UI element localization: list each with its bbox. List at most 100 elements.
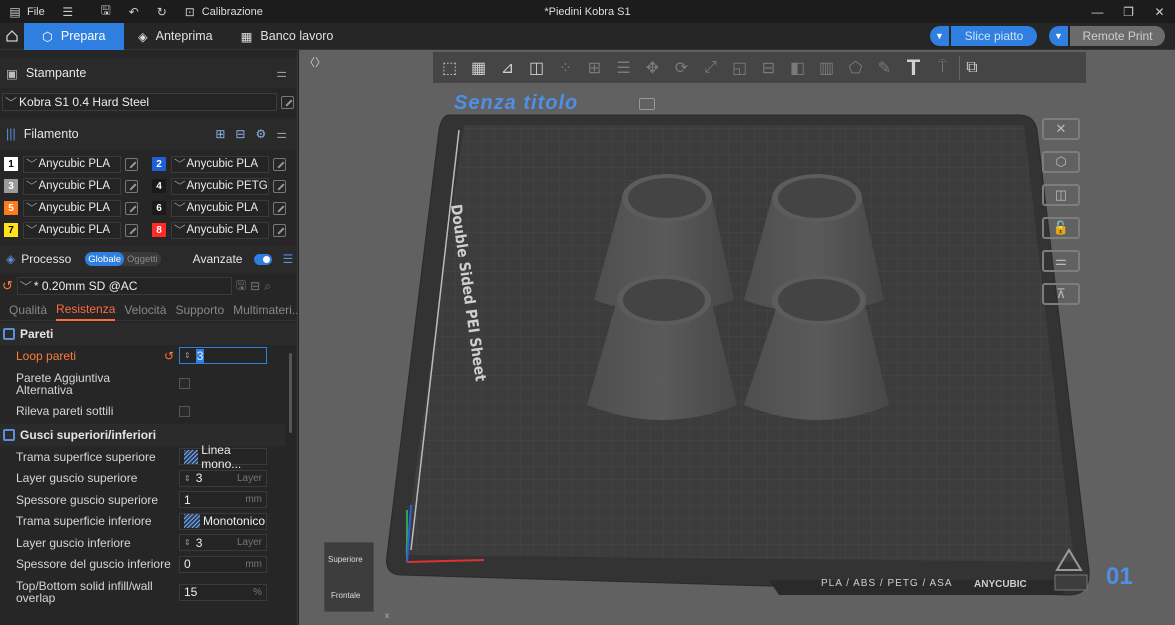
setting-unit: mm <box>245 558 262 570</box>
setting-row: Trama superficie inferiore Monotonico <box>0 511 297 533</box>
plate-settings-icon[interactable]: ⚌ <box>1042 250 1080 272</box>
slice-dropdown[interactable]: ▼ <box>930 26 949 46</box>
preset-compare-icon[interactable]: ⊟ <box>250 279 260 293</box>
filament-color-swatch[interactable]: 3 <box>4 179 18 193</box>
filament-select[interactable]: ﹀ Anycubic PLA <box>23 221 121 239</box>
setting-input[interactable]: Linea mono... <box>179 443 267 471</box>
minimize-icon[interactable]: — <box>1082 0 1113 23</box>
scope-objects[interactable]: Oggetti <box>124 252 161 266</box>
process-preset-select[interactable]: ﹀ * 0.20mm SD @AC <box>16 277 232 295</box>
slice-button[interactable]: Slice piatto <box>951 26 1037 46</box>
subtab-quality[interactable]: Qualità <box>9 303 47 317</box>
advanced-toggle[interactable] <box>254 253 273 265</box>
loop-walls-value: 3 <box>195 348 205 363</box>
filament-select[interactable]: ﹀ Anycubic PLA <box>23 177 121 195</box>
file-menu[interactable]: ▤ File <box>8 5 44 19</box>
filament-edit-icon[interactable] <box>125 179 138 193</box>
printer-edit-icon[interactable] <box>281 95 294 109</box>
home-icon[interactable] <box>0 23 24 50</box>
tab-workbench[interactable]: ▦ Banco lavoro <box>227 23 348 50</box>
tab-preview[interactable]: ◈ Anteprima <box>124 23 227 50</box>
filament-color-swatch[interactable]: 6 <box>152 201 166 215</box>
remove-filament-icon[interactable]: ⊟ <box>235 127 245 141</box>
process-list-icon[interactable]: ☰ <box>282 252 293 266</box>
filament-edit-icon[interactable] <box>273 179 286 193</box>
loop-walls-label: Loop pareti <box>16 348 77 363</box>
setting-input[interactable]: 15% <box>179 583 267 601</box>
menu-icon[interactable]: ☰ <box>61 5 75 19</box>
filament-select[interactable]: ﹀ Anycubic PLA <box>23 199 121 217</box>
filament-slot: 4 ﹀ Anycubic PETG <box>152 177 297 195</box>
lock-plate-icon[interactable]: 🔓 <box>1042 217 1080 239</box>
thin-walls-row: Rileva pareti sottili <box>0 401 297 423</box>
setting-row: Trama superfice superiore Linea mono... <box>0 443 297 471</box>
filament-color-swatch[interactable]: 5 <box>4 201 18 215</box>
delete-plate-icon[interactable]: ✕ <box>1042 118 1080 140</box>
loop-walls-reset-icon[interactable]: ↺ <box>164 349 174 363</box>
subtab-speed[interactable]: Velocità <box>124 303 166 317</box>
filament-color-swatch[interactable]: 7 <box>4 223 18 237</box>
printer-select[interactable]: ﹀ Kobra S1 0.4 Hard Steel <box>2 93 277 111</box>
cube-icon: ⬡ <box>42 29 53 44</box>
extra-wall-checkbox[interactable] <box>179 378 190 389</box>
undo-icon[interactable]: ↶ <box>127 5 141 19</box>
plate-up-icon[interactable]: ⊼ <box>1042 283 1080 305</box>
setting-input[interactable]: Monotonico <box>179 512 267 530</box>
process-section-title: Processo <box>21 252 72 266</box>
filament-color-swatch[interactable]: 4 <box>152 179 166 193</box>
arrange-plate-icon[interactable]: ◫ <box>1042 184 1080 206</box>
filament-select[interactable]: ﹀ Anycubic PLA <box>171 221 269 239</box>
save-icon[interactable]: 🖫 <box>99 3 113 19</box>
maximize-icon[interactable]: ❐ <box>1113 0 1144 23</box>
filament-settings-icon[interactable]: ⚙ <box>255 127 266 141</box>
filament-edit-icon[interactable] <box>125 157 138 171</box>
scope-switch[interactable]: Globale Oggetti <box>85 252 161 266</box>
panel-scrollbar[interactable] <box>285 345 297 625</box>
setting-row: Layer guscio inferiore ⇕ 3 Layer <box>0 532 297 554</box>
filament-select[interactable]: ﹀ Anycubic PLA <box>171 155 269 173</box>
setting-input[interactable]: ⇕ 3 Layer <box>179 469 267 487</box>
preset-save-icon[interactable]: 🖫 <box>236 276 246 297</box>
close-icon[interactable]: ✕ <box>1144 0 1175 23</box>
setting-input[interactable]: ⇕ 3 Layer <box>179 534 267 552</box>
process-subtabs: Qualità Resistenza Velocità Supporto Mul… <box>0 299 297 321</box>
setting-input[interactable]: 1 mm <box>179 491 267 509</box>
tab-prepare[interactable]: ⬡ Prepara <box>24 22 124 50</box>
setting-label: Top/Bottom solid infill/wall overlap <box>16 579 153 605</box>
orient-plate-icon[interactable]: ⬡ <box>1042 151 1080 173</box>
filament-select[interactable]: ﹀ Anycubic PETG <box>171 177 269 195</box>
filament-edit-icon[interactable] <box>273 223 286 237</box>
thin-walls-checkbox[interactable] <box>179 405 190 417</box>
3d-viewport[interactable]: 〈〉 ⬚ ▦ ⊿ ◫ ⁘ ⊞ ☰ ✥ ⟳ ⤢ ◱ ⊟ ◧ ▥ ⬠ ✎ T ⍑ ⧉… <box>299 50 1175 625</box>
filament-edit-icon[interactable] <box>273 157 286 171</box>
filament-color-swatch[interactable]: 2 <box>152 157 166 171</box>
subtab-multimaterial[interactable]: Multimateri... <box>233 303 297 317</box>
scope-global[interactable]: Globale <box>85 252 125 266</box>
remote-print-button[interactable]: Remote Print <box>1070 26 1165 46</box>
setting-input[interactable]: 0 mm <box>179 555 267 573</box>
add-filament-icon[interactable]: ⊞ <box>215 127 225 141</box>
calibration-label: Calibrazione <box>201 5 263 18</box>
settings-sliders-icon[interactable]: ⚌ <box>276 66 287 80</box>
preset-search-icon[interactable]: ⌕ <box>264 279 271 294</box>
filament-select[interactable]: ﹀ Anycubic PLA <box>171 199 269 217</box>
subtab-support[interactable]: Supporto <box>175 303 224 317</box>
setting-label: Spessore del guscio inferiore <box>16 557 171 572</box>
filament-edit-icon[interactable] <box>273 201 286 215</box>
view-cube[interactable]: Superiore Frontale <box>324 542 374 612</box>
filament-select[interactable]: ﹀ Anycubic PLA <box>23 155 121 173</box>
filament-edit-icon[interactable] <box>125 201 138 215</box>
filament-sliders-icon[interactable]: ⚌ <box>276 127 287 141</box>
plate-tools: ✕ ⬡ ◫ 🔓 ⚌ ⊼ <box>1042 118 1080 305</box>
setting-value: 1 <box>184 492 191 507</box>
loop-walls-input[interactable]: ⇕ 3 <box>179 347 267 365</box>
calibration-menu[interactable]: ⊡ Calibrazione <box>183 5 263 19</box>
filament-name: Anycubic PLA <box>38 202 111 214</box>
subtab-strength[interactable]: Resistenza <box>56 299 116 321</box>
filament-color-swatch[interactable]: 1 <box>4 157 18 171</box>
remote-dropdown[interactable]: ▼ <box>1049 26 1068 46</box>
filament-color-swatch[interactable]: 8 <box>152 223 166 237</box>
redo-icon[interactable]: ↻ <box>155 5 169 19</box>
reset-icon[interactable]: ↺ <box>2 278 13 294</box>
filament-edit-icon[interactable] <box>125 223 138 237</box>
